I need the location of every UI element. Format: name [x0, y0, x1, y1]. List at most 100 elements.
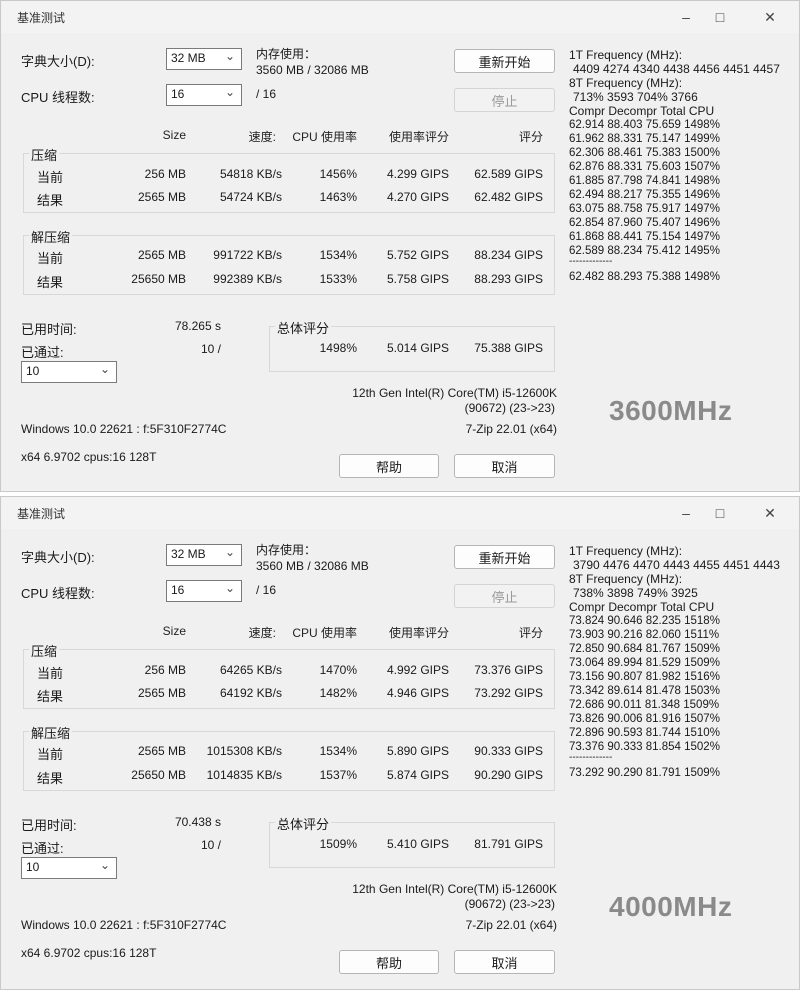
cpu-threads-label: CPU 线程数: [21, 90, 95, 105]
frequency-overlay-label: 4000MHz [609, 891, 733, 922]
compress-result-row-size: 2565 MB [137, 686, 186, 700]
log-row: 62.494 88.217 75.355 1496% [569, 189, 720, 201]
compress-result-row-rating: 4.946 GIPS [386, 686, 449, 700]
restart-button[interactable]: 重新开始 [454, 545, 555, 569]
passes-select[interactable]: 10 ⌄ [21, 857, 117, 879]
compress-result-row-label: 结果 [37, 689, 64, 704]
header-speed: 速度: [248, 130, 276, 144]
compress-result-row-label: 结果 [37, 193, 64, 208]
log-rows: 62.914 88.403 75.659 1498% 61.962 88.331 … [569, 118, 720, 258]
help-button[interactable]: 帮助 [339, 454, 439, 478]
decompress-result-row-cpu: 1537% [319, 768, 357, 782]
compress-current-row-cpu: 1456% [319, 167, 357, 181]
decompress-result-row-rating: 5.758 GIPS [386, 272, 449, 286]
system-info: x64 6.9702 cpus:16 128T [21, 946, 157, 960]
compress-current-row-cpu: 1470% [319, 663, 357, 677]
header-rating: 使用率评分 [388, 130, 449, 144]
maximize-icon[interactable]: □ [697, 1, 743, 33]
compress-result-row-cpu: 1482% [319, 686, 357, 700]
log-rows: 73.824 90.646 82.235 1518% 73.903 90.216 … [569, 614, 720, 754]
cpu-threads-select[interactable]: 16 ⌄ [166, 580, 242, 602]
freq-1t-values: 3790 4476 4470 4443 4455 4451 4443 [573, 558, 780, 572]
cpu-threads-label: CPU 线程数: [21, 586, 95, 601]
log-row: 61.868 88.441 75.154 1497% [569, 231, 720, 243]
close-icon[interactable]: ✕ [747, 497, 793, 529]
compress-current-row-size: 256 MB [144, 663, 186, 677]
decompress-result-row-label: 结果 [37, 275, 64, 290]
dict-size-value: 32 MB [171, 547, 206, 561]
elapsed-label: 已用时间: [21, 818, 77, 833]
close-icon[interactable]: ✕ [747, 1, 793, 33]
stop-button[interactable]: 停止 [454, 88, 555, 112]
decompress-current-row-rating: 5.752 GIPS [386, 248, 449, 262]
cancel-button[interactable]: 取消 [454, 950, 555, 974]
header-score: 评分 [518, 130, 543, 144]
decompress-current-row-label: 当前 [37, 747, 64, 762]
compress-result-row-size: 2565 MB [137, 190, 186, 204]
log-row: 73.824 90.646 82.235 1518% [569, 615, 720, 627]
passes-label: 已通过: [21, 841, 64, 856]
cpu-name: 12th Gen Intel(R) Core(TM) i5-12600K [352, 882, 557, 896]
header-cpu-usage: CPU 使用率 [292, 130, 357, 144]
log-separator: ------------- [569, 256, 613, 267]
log-row: 72.896 90.593 81.744 1510% [569, 727, 720, 739]
memory-usage-value: 3560 MB / 32086 MB [256, 559, 369, 573]
compress-current-row-rating: 4.299 GIPS [386, 167, 449, 181]
os-info: Windows 10.0 22621 : f:5F310F2774C [21, 422, 227, 436]
dict-size-select[interactable]: 32 MB ⌄ [166, 48, 242, 70]
cpu-threads-value: 16 [171, 583, 185, 597]
compress-current-row-speed: 54818 KB/s [219, 167, 282, 181]
compress-group [23, 649, 555, 709]
cpu-threads-select[interactable]: 16 ⌄ [166, 84, 242, 106]
log-row: 62.914 88.403 75.659 1498% [569, 119, 720, 131]
compress-result-row-score: 62.482 GIPS [474, 190, 543, 204]
os-info: Windows 10.0 22621 : f:5F310F2774C [21, 918, 227, 932]
memory-usage-value: 3560 MB / 32086 MB [256, 63, 369, 77]
header-cpu-usage: CPU 使用率 [292, 626, 357, 640]
passes-select[interactable]: 10 ⌄ [21, 361, 117, 383]
log-row: 62.306 88.461 75.383 1500% [569, 147, 720, 159]
total-rating-label: 总体评分 [275, 318, 332, 337]
maximize-icon[interactable]: □ [697, 497, 743, 529]
total-rating: 5.014 GIPS [386, 341, 449, 355]
version-info: 7-Zip 22.01 (x64) [465, 422, 557, 436]
dict-size-select[interactable]: 32 MB ⌄ [166, 544, 242, 566]
cpu-threads-value: 16 [171, 87, 185, 101]
compress-result-row-rating: 4.270 GIPS [386, 190, 449, 204]
decompress-result-row-size: 25650 MB [131, 272, 186, 286]
chevron-down-icon: ⌄ [224, 85, 235, 99]
decompress-current-row-cpu: 1534% [319, 744, 357, 758]
elapsed-value: 70.438 s [174, 815, 221, 829]
log-header: Compr Decompr Total CPU [569, 104, 715, 118]
help-button[interactable]: 帮助 [339, 950, 439, 974]
passes-value: 10 / [200, 342, 221, 356]
log-header: Compr Decompr Total CPU [569, 600, 715, 614]
frequency-overlay-label: 3600MHz [609, 395, 733, 426]
log-separator: ------------- [569, 752, 613, 763]
decompress-current-row-score: 90.333 GIPS [474, 744, 543, 758]
total-rating-label: 总体评分 [275, 814, 332, 833]
log-row: 73.903 90.216 82.060 1511% [569, 629, 720, 641]
decompress-group [23, 235, 555, 295]
passes-value: 10 / [200, 838, 221, 852]
freq-8t-label: 8T Frequency (MHz): [569, 572, 683, 586]
compress-group [23, 153, 555, 213]
log-row: 61.962 88.331 75.147 1499% [569, 133, 720, 145]
decompress-current-row-score: 88.234 GIPS [474, 248, 543, 262]
total-rating: 5.410 GIPS [386, 837, 449, 851]
header-size: Size [162, 624, 186, 638]
version-info: 7-Zip 22.01 (x64) [465, 918, 557, 932]
compress-result-row-cpu: 1463% [319, 190, 357, 204]
compress-current-row-size: 256 MB [144, 167, 186, 181]
cancel-button[interactable]: 取消 [454, 454, 555, 478]
elapsed-label: 已用时间: [21, 322, 77, 337]
stop-button[interactable]: 停止 [454, 584, 555, 608]
compress-current-row-speed: 64265 KB/s [219, 663, 282, 677]
decompress-result-row-speed: 992389 KB/s [213, 272, 282, 286]
passes-select-value: 10 [26, 860, 40, 874]
cpu-id: (90672) (23->23) [464, 401, 555, 415]
chevron-down-icon: ⌄ [99, 362, 110, 376]
decompress-current-row-size: 2565 MB [137, 744, 186, 758]
restart-button[interactable]: 重新开始 [454, 49, 555, 73]
log-total: 62.482 88.293 75.388 1498% [569, 271, 720, 283]
